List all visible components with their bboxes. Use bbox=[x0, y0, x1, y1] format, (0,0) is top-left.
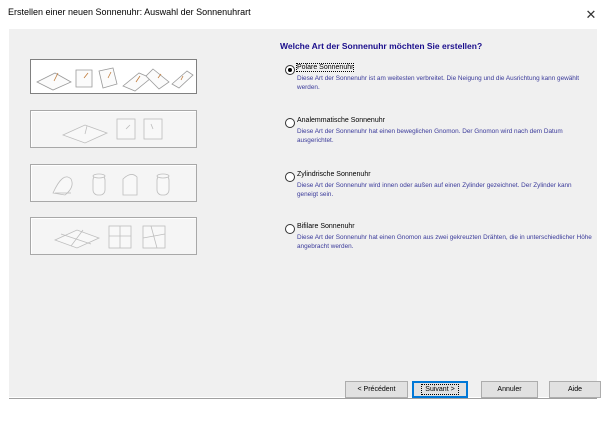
option-analemmatic-description: Diese Art der Sonnenuhr hat einen bewegl… bbox=[297, 128, 563, 144]
previous-button-label: < Précédent bbox=[357, 386, 396, 393]
option-cylindrical-description: Diese Art der Sonnenuhr wird innen oder … bbox=[297, 182, 572, 198]
cylindrical-sundial-icons bbox=[52, 173, 170, 196]
help-button[interactable]: Aide bbox=[549, 381, 601, 398]
radio-analemmatic[interactable] bbox=[285, 118, 295, 128]
option-bifilar-description: Diese Art der Sonnenuhr hat einen Gnomon… bbox=[297, 234, 592, 250]
analemmatic-sundial-icons bbox=[61, 118, 163, 144]
cancel-button[interactable]: Annuler bbox=[481, 381, 538, 398]
footer-separator bbox=[9, 398, 597, 400]
close-button[interactable]: ✕ bbox=[576, 0, 606, 29]
option-polar-label[interactable]: Polare Sonnenuhr bbox=[295, 63, 355, 72]
question-heading: Welche Art der Sonnenuhr möchten Sie ers… bbox=[280, 41, 483, 51]
window-title: Erstellen einer neuen Sonnenuhr: Auswahl… bbox=[8, 7, 251, 17]
option-bifilar-label[interactable]: Bifilare Sonnenuhr bbox=[297, 223, 355, 230]
bifilar-sundial-thumbnail[interactable] bbox=[30, 217, 197, 255]
option-analemmatic-label[interactable]: Analemmatische Sonnenuhr bbox=[297, 117, 385, 124]
radio-bifilar[interactable] bbox=[285, 224, 295, 234]
close-icon: ✕ bbox=[585, 6, 597, 22]
analemmatic-sundial-thumbnail[interactable] bbox=[30, 110, 197, 148]
cancel-button-label: Annuler bbox=[497, 386, 522, 393]
bifilar-sundial-icons bbox=[53, 225, 166, 249]
radio-polar[interactable] bbox=[285, 65, 295, 75]
dialog-client-area: Welche Art der Sonnenuhr möchten Sie ers… bbox=[9, 29, 597, 400]
option-polar-description: Diese Art der Sonnenuhr ist am weitesten… bbox=[297, 75, 580, 91]
help-button-label: Aide bbox=[567, 386, 582, 393]
next-button[interactable]: Suivant > bbox=[412, 381, 468, 398]
polar-sundial-thumbnail[interactable] bbox=[30, 59, 197, 94]
cylindrical-sundial-thumbnail[interactable] bbox=[30, 164, 197, 202]
radio-cylindrical[interactable] bbox=[285, 172, 295, 182]
previous-button[interactable]: < Précédent bbox=[345, 381, 408, 398]
option-cylindrical-label[interactable]: Zylindrische Sonnenuhr bbox=[297, 171, 371, 178]
title-bar: Erstellen einer neuen Sonnenuhr: Auswahl… bbox=[0, 0, 606, 29]
next-button-label: Suivant > bbox=[421, 384, 459, 395]
polar-sundial-icons bbox=[36, 67, 194, 92]
